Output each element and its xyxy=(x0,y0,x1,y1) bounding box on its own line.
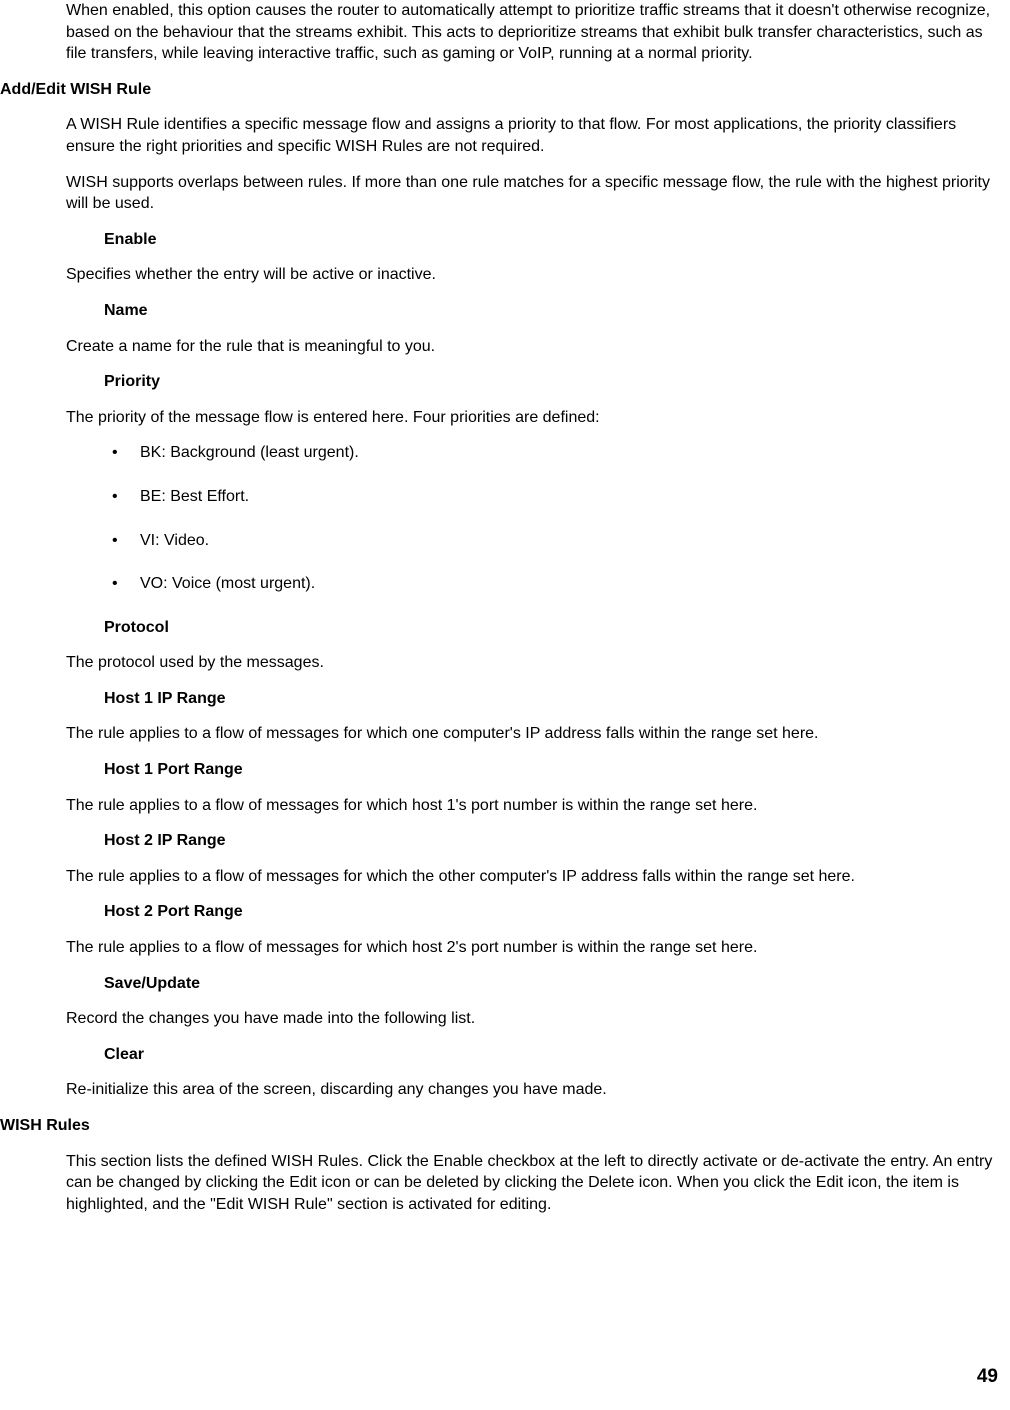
enable-label: Enable xyxy=(104,229,1002,251)
section-wish-rules-heading: WISH Rules xyxy=(0,1115,1002,1137)
name-label: Name xyxy=(104,300,1002,322)
priority-list: BK: Background (least urgent). BE: Best … xyxy=(104,442,1002,594)
name-desc: Create a name for the rule that is meani… xyxy=(66,336,1002,358)
host2ip-desc: The rule applies to a flow of messages f… xyxy=(66,866,1002,888)
priority-label: Priority xyxy=(104,371,1002,393)
protocol-desc: The protocol used by the messages. xyxy=(66,652,1002,674)
priority-item-vi: VI: Video. xyxy=(104,530,1002,552)
save-desc: Record the changes you have made into th… xyxy=(66,1008,1002,1030)
priority-item-vo: VO: Voice (most urgent). xyxy=(104,573,1002,595)
enable-desc: Specifies whether the entry will be acti… xyxy=(66,264,1002,286)
page-number: 49 xyxy=(977,1364,998,1390)
priority-item-be: BE: Best Effort. xyxy=(104,486,1002,508)
host1port-label: Host 1 Port Range xyxy=(104,759,1002,781)
section1-p2: WISH supports overlaps between rules. If… xyxy=(66,172,1002,215)
host2port-desc: The rule applies to a flow of messages f… xyxy=(66,937,1002,959)
protocol-label: Protocol xyxy=(104,617,1002,639)
priority-item-bk: BK: Background (least urgent). xyxy=(104,442,1002,464)
intro-paragraph: When enabled, this option causes the rou… xyxy=(66,0,1002,65)
host1ip-label: Host 1 IP Range xyxy=(104,688,1002,710)
section-add-edit-heading: Add/Edit WISH Rule xyxy=(0,79,1002,101)
clear-label: Clear xyxy=(104,1044,1002,1066)
clear-desc: Re-initialize this area of the screen, d… xyxy=(66,1079,1002,1101)
priority-desc: The priority of the message flow is ente… xyxy=(66,407,1002,429)
host2ip-label: Host 2 IP Range xyxy=(104,830,1002,852)
host2port-label: Host 2 Port Range xyxy=(104,901,1002,923)
section1-p1: A WISH Rule identifies a specific messag… xyxy=(66,114,1002,157)
section2-p1: This section lists the defined WISH Rule… xyxy=(66,1151,1002,1216)
save-label: Save/Update xyxy=(104,973,1002,995)
host1port-desc: The rule applies to a flow of messages f… xyxy=(66,795,1002,817)
host1ip-desc: The rule applies to a flow of messages f… xyxy=(66,723,1002,745)
